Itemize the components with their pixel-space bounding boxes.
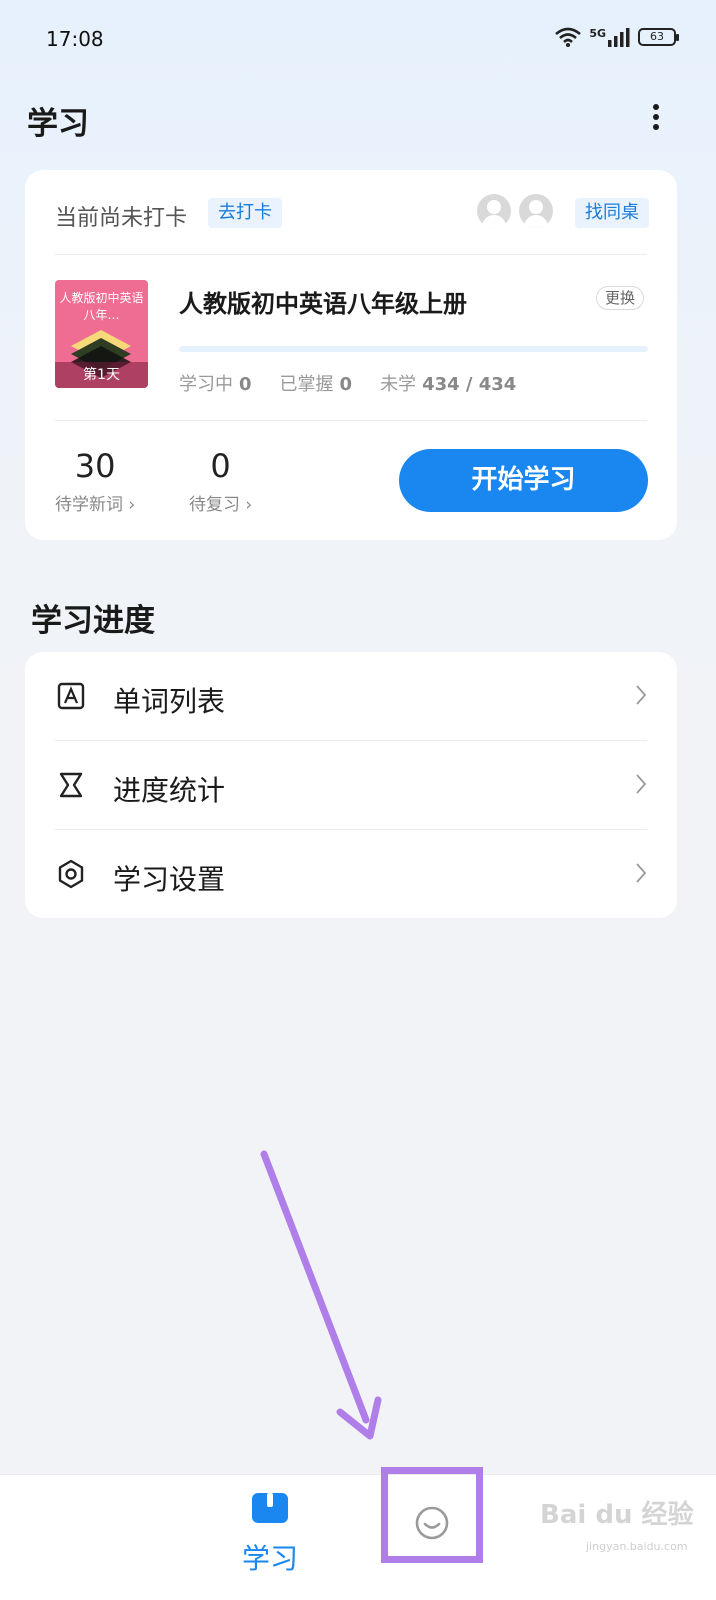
divider [55, 254, 647, 255]
partner-avatar[interactable] [477, 194, 511, 228]
book-day-label: 第1天 [55, 362, 148, 388]
section-title: 学习进度 [31, 603, 155, 639]
new-words-count[interactable]: 30 待学新词 › [55, 446, 135, 515]
menu-item-study-settings[interactable]: 学习设置 [25, 830, 677, 918]
highlight-box [381, 1467, 483, 1563]
wifi-icon [555, 27, 582, 47]
review-label: 待复习 › [189, 495, 253, 515]
chevron-right-icon [636, 774, 647, 794]
status-icons: 5G 63 [555, 27, 679, 47]
divider [55, 420, 647, 421]
book-stats: 学习中 0 已掌握 0 未学 434 / 434 [179, 370, 516, 396]
stat-learning: 学习中 0 [179, 374, 252, 395]
page-title: 学习 [27, 106, 89, 142]
nav-tab-learn[interactable]: 学习 [238, 1489, 302, 1579]
partner-avatar[interactable] [519, 194, 553, 228]
menu-label: 单词列表 [113, 685, 226, 718]
menu-item-word-list[interactable]: 单词列表 [25, 652, 677, 740]
new-words-label: 待学新词 › [55, 495, 136, 515]
book-cover-title: 人教版初中英语八年… [59, 291, 144, 322]
checkin-status: 当前尚未打卡 [55, 206, 188, 231]
new-words-value: 30 [74, 447, 116, 485]
progress-menu: 单词列表 进度统计 学习设置 [25, 652, 677, 918]
menu-item-progress-stats[interactable]: 进度统计 [25, 741, 677, 829]
hourglass-icon [59, 772, 83, 798]
start-learning-button[interactable]: 开始学习 [399, 449, 648, 512]
chevron-right-icon [636, 863, 647, 883]
status-time: 17:08 [46, 27, 104, 51]
book-progress-bar [179, 346, 648, 352]
settings-hexagon-icon [58, 859, 84, 889]
chevron-right-icon [636, 685, 647, 705]
menu-label: 学习设置 [113, 863, 226, 896]
review-value: 0 [210, 447, 231, 485]
find-partner-button[interactable]: 找同桌 [575, 198, 649, 228]
review-count[interactable]: 0 待复习 › [189, 446, 252, 515]
checkin-button[interactable]: 去打卡 [208, 198, 282, 228]
watermark: Bai du 经验 [540, 1500, 694, 1530]
more-menu-icon[interactable] [646, 100, 666, 134]
change-book-button[interactable]: 更换 [596, 286, 645, 310]
book-cover[interactable]: 人教版初中英语八年… 第1天 [55, 280, 148, 388]
word-list-icon [57, 682, 85, 710]
book-icon [252, 1493, 288, 1523]
bottom-nav: 学习 [0, 1474, 716, 1600]
network-label: 5G [589, 27, 606, 40]
battery-icon: 63 [638, 28, 679, 46]
study-card: 当前尚未打卡 去打卡 找同桌 人教版初中英语八年… 第1天 人教版初中英语八年级… [25, 170, 677, 540]
stat-mastered: 已掌握 0 [279, 374, 353, 395]
book-title: 人教版初中英语八年级上册 [179, 290, 467, 318]
nav-learn-label: 学习 [241, 1542, 298, 1575]
signal-icon [608, 28, 630, 47]
stat-unlearned: 未学 434 / 434 [380, 374, 517, 395]
menu-label: 进度统计 [113, 774, 226, 807]
status-bar: 17:08 5G 63 [0, 0, 716, 80]
watermark-url: jingyan.baidu.com [586, 1540, 688, 1553]
